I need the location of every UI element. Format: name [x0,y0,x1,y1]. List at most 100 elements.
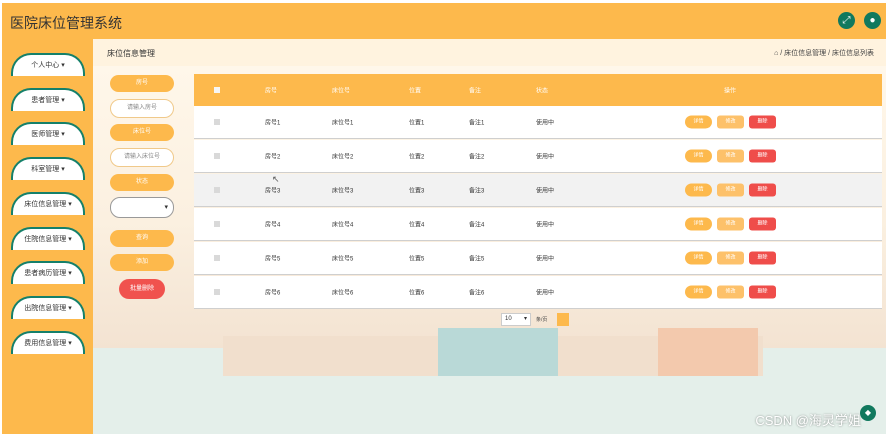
detail-button[interactable]: 详情 [685,217,712,231]
table-row: 房号6 床位号6 位置6 备注6 使用中 详情 修改 删除 [194,276,882,309]
sidebar-item-patients[interactable]: 患者管理 ▾ [11,88,85,111]
bed-label: 床位号 [110,124,174,141]
add-button[interactable]: 添加 [110,254,174,271]
cell-location: 位置3 [409,188,425,195]
sidebar: 个人中心 ▾ 患者管理 ▾ 医师管理 ▾ 科室管理 ▾ 床位信息管理 ▾ 住院信… [2,39,93,434]
row-checkbox[interactable] [214,153,220,159]
row-checkbox[interactable] [214,289,220,295]
expand-icon[interactable]: ⤢ [838,12,855,29]
edit-button[interactable]: 修改 [717,251,744,265]
detail-button[interactable]: 详情 [685,285,712,299]
query-button[interactable]: 查询 [110,230,174,247]
page-number-button[interactable] [557,313,569,326]
edit-button[interactable]: 修改 [717,115,744,129]
app-title: 医院床位管理系统 [10,15,122,31]
cell-remark: 备注1 [469,120,485,127]
edit-button[interactable]: 修改 [717,149,744,163]
breadcrumb-path[interactable]: / 床位信息管理 / 床位信息列表 [780,50,874,57]
delete-button[interactable]: 删除 [749,251,776,265]
column-header-actions: 操作 [724,88,737,95]
delete-button[interactable]: 删除 [749,149,776,163]
cell-status: 使用中 [536,256,555,263]
sidebar-item-fees[interactable]: 费用信息管理 ▾ [11,331,85,354]
cell-location: 位置1 [409,120,425,127]
cell-remark: 备注2 [469,154,485,161]
bed-input[interactable]: 请输入床位号 [110,148,174,167]
table-row: 房号1 床位号1 位置1 备注1 使用中 详情 修改 删除 [194,106,882,139]
sidebar-item-beds[interactable]: 床位信息管理 ▾ [11,192,85,215]
column-header-remark[interactable]: 备注 [469,86,481,95]
detail-button[interactable]: 详情 [685,183,712,197]
cell-room: 房号2 [265,154,281,161]
room-input[interactable]: 请输入房号 [110,99,174,118]
mouse-cursor-icon: ↖ [272,174,280,184]
delete-button[interactable]: 删除 [749,285,776,299]
cell-remark: 备注4 [469,222,485,229]
detail-button[interactable]: 详情 [685,149,712,163]
sidebar-item-personal-center[interactable]: 个人中心 ▾ [11,53,85,76]
table-row: 房号5 床位号5 位置5 备注5 使用中 详情 修改 删除 [194,242,882,275]
cell-location: 位置2 [409,154,425,161]
app-window: 医院床位管理系统 ⤢ ● 个人中心 ▾ 患者管理 ▾ 医师管理 ▾ 科室管理 ▾… [0,0,891,437]
cell-bed: 床位号1 [332,120,354,127]
cell-room: 房号1 [265,120,281,127]
user-icon[interactable]: ● [864,12,881,29]
cell-location: 位置4 [409,222,425,229]
cell-remark: 备注6 [469,290,485,297]
sidebar-item-discharges[interactable]: 出院信息管理 ▾ [11,296,85,319]
breadcrumb: ⌂ / 床位信息管理 / 床位信息列表 [774,48,874,58]
detail-button[interactable]: 详情 [685,251,712,265]
sidebar-item-departments[interactable]: 科室管理 ▾ [11,157,85,180]
sidebar-item-medical-records[interactable]: 患者病历管理 ▾ [11,261,85,284]
cell-status: 使用中 [536,154,555,161]
cell-bed: 床位号2 [332,154,354,161]
edit-button[interactable]: 修改 [717,285,744,299]
delete-button[interactable]: 删除 [749,183,776,197]
cell-room: 房号3 [265,188,281,195]
floating-action-icon[interactable]: ◆ [860,405,876,421]
cell-location: 位置6 [409,290,425,297]
top-bar: 医院床位管理系统 ⤢ ● [2,3,886,39]
cell-room: 房号4 [265,222,281,229]
cell-remark: 备注5 [469,256,485,263]
cell-status: 使用中 [536,222,555,229]
status-label: 状态 [110,174,174,191]
row-checkbox[interactable] [214,221,220,227]
table-row: 房号4 床位号4 位置4 备注4 使用中 详情 修改 删除 [194,208,882,241]
select-all-checkbox[interactable] [214,87,220,93]
cell-bed: 床位号4 [332,222,354,229]
illustration-cabinet [658,328,758,376]
cell-remark: 备注3 [469,188,485,195]
column-header-status[interactable]: 状态 [536,86,548,95]
chevron-down-icon: ▾ [523,316,527,322]
edit-button[interactable]: 修改 [717,183,744,197]
illustration-bed [438,328,558,376]
row-checkbox[interactable] [214,119,220,125]
chevron-down-icon: ▾ [164,204,168,211]
sidebar-item-admissions[interactable]: 住院信息管理 ▾ [11,227,85,250]
sidebar-item-doctors[interactable]: 医师管理 ▾ [11,122,85,145]
cell-room: 房号5 [265,256,281,263]
cell-bed: 床位号3 [332,188,354,195]
page-size-select[interactable]: 10 ▾ [501,313,531,326]
row-checkbox[interactable] [214,187,220,193]
delete-button[interactable]: 删除 [749,217,776,231]
home-icon[interactable]: ⌂ [774,50,778,57]
status-select[interactable]: ▾ [110,197,174,218]
per-page-label: 条/页 [536,317,548,323]
column-header-bed[interactable]: 床位号 [332,86,350,95]
page-size-value: 10 [505,316,512,322]
main-content: 床位信息管理 ⌂ / 床位信息管理 / 床位信息列表 房号 请输入房号 床位号 … [93,39,886,434]
cell-status: 使用中 [536,290,555,297]
cell-location: 位置5 [409,256,425,263]
room-label: 房号 [110,75,174,92]
column-header-room[interactable]: 房号 [265,86,277,95]
edit-button[interactable]: 修改 [717,217,744,231]
detail-button[interactable]: 详情 [685,115,712,129]
row-checkbox[interactable] [214,255,220,261]
batch-delete-button[interactable]: 批量删除 [119,279,165,299]
column-header-location[interactable]: 位置 [409,86,421,95]
page-title: 床位信息管理 [107,49,155,58]
delete-button[interactable]: 删除 [749,115,776,129]
table-row: 房号3 床位号3 位置3 备注3 使用中 详情 修改 删除 [194,174,882,207]
